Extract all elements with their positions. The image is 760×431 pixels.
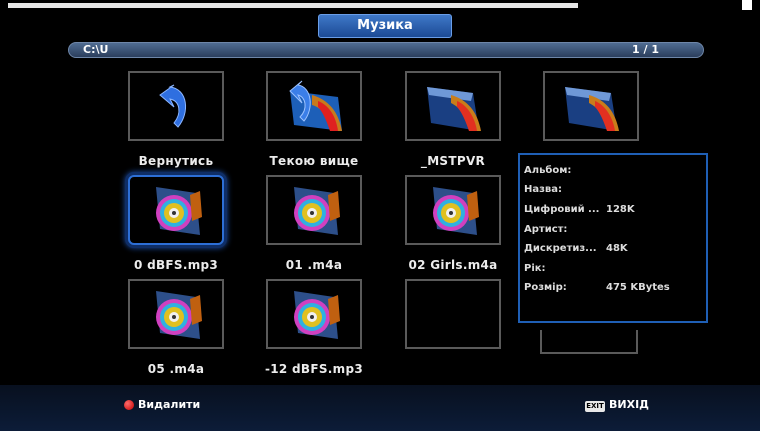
delete-action[interactable]: Видалити: [138, 398, 200, 411]
info-bitrate-value: 128K: [606, 204, 635, 215]
top-strip: [0, 0, 760, 10]
tile-file-01[interactable]: [266, 175, 362, 245]
info-bitrate-key: Цифровий ...: [524, 204, 600, 215]
music-file-icon: [294, 187, 340, 235]
music-file-icon: [433, 187, 479, 235]
info-samplerate-key: Дискретиз...: [524, 243, 597, 254]
page-title: Музика: [318, 14, 452, 38]
info-year-key: Рік:: [524, 263, 546, 274]
tile-label: Текою вище: [269, 154, 359, 168]
tile-file-12dbfs[interactable]: [266, 279, 362, 349]
info-title-key: Назва:: [524, 184, 563, 195]
tile-file-0dbfs[interactable]: [128, 175, 224, 245]
tile-folder-mstpvr[interactable]: [405, 71, 501, 141]
red-button-icon: [124, 400, 134, 410]
info-samplerate-value: 48K: [606, 243, 628, 254]
tile-label: Вернутись: [138, 154, 214, 168]
tile-label: 05 .m4a: [147, 362, 205, 376]
tile-partial: [540, 330, 638, 354]
tile-label: 02 Girls.m4a: [408, 258, 498, 272]
info-size-value: 475 KBytes: [606, 282, 670, 293]
tile-label: _MSTPVR: [420, 154, 486, 168]
tile-folder-up[interactable]: [266, 71, 362, 141]
tile-return[interactable]: [128, 71, 224, 141]
info-album-key: Альбом:: [524, 165, 572, 176]
exit-key-icon: EXIT: [585, 401, 605, 412]
tile-label: 0 dBFS.mp3: [133, 258, 219, 272]
tile-file-02-girls[interactable]: [405, 175, 501, 245]
music-file-icon: [294, 291, 340, 339]
tile-folder[interactable]: [543, 71, 639, 141]
tile-empty[interactable]: [405, 279, 501, 349]
folder-up-icon: [289, 80, 342, 131]
info-size-key: Розмір:: [524, 282, 567, 293]
tile-label: -12 dBFS.mp3: [264, 362, 364, 376]
tile-label: 01 .m4a: [285, 258, 343, 272]
folder-icon: [427, 87, 481, 131]
path-bar: C:\U 1 / 1: [68, 42, 704, 58]
file-info-panel: Альбом: Назва: Цифровий ... 128K Артист:…: [518, 153, 708, 323]
page-indicator: 1 / 1: [632, 43, 659, 56]
current-path: C:\U: [83, 43, 109, 56]
exit-action[interactable]: ВИХІД: [609, 398, 649, 411]
tile-file-05[interactable]: [128, 279, 224, 349]
folder-icon: [565, 87, 619, 131]
return-icon: [159, 84, 186, 128]
info-artist-key: Артист:: [524, 224, 568, 235]
music-file-icon: [156, 291, 202, 339]
music-file-icon: [156, 187, 202, 235]
